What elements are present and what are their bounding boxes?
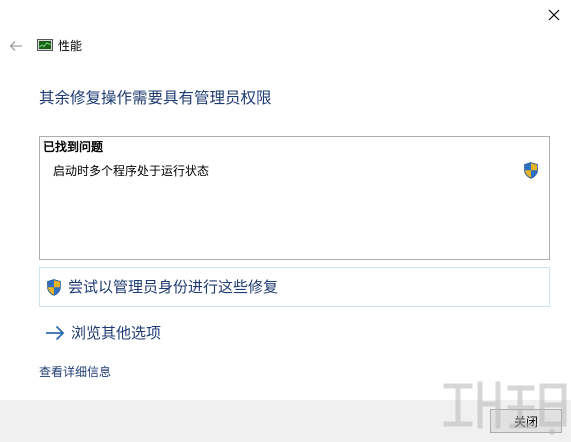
- page-heading: 其余修复操作需要具有管理员权限: [39, 89, 272, 107]
- back-arrow-icon: [9, 41, 22, 51]
- browse-other-options-label: 浏览其他选项: [71, 324, 162, 342]
- uac-shield-icon: [47, 279, 61, 296]
- close-icon: [548, 9, 560, 21]
- right-arrow-icon: [46, 325, 65, 341]
- problems-header: 已找到问题: [43, 140, 104, 154]
- app-title: 性能: [58, 39, 83, 53]
- browse-other-options-link[interactable]: 浏览其他选项: [45, 320, 225, 346]
- troubleshooter-window: 性能 其余修复操作需要具有管理员权限 已找到问题 启动时多个程序处于运行状态 尝…: [0, 0, 571, 442]
- performance-monitor-icon: [37, 39, 53, 51]
- back-button[interactable]: [6, 37, 26, 55]
- list-item[interactable]: 启动时多个程序处于运行状态: [40, 160, 549, 182]
- run-as-admin-button[interactable]: 尝试以管理员身份进行这些修复: [39, 267, 550, 307]
- problems-list: 已找到问题 启动时多个程序处于运行状态: [39, 136, 550, 260]
- uac-shield-icon: [524, 162, 538, 179]
- problem-label: 启动时多个程序处于运行状态: [53, 164, 210, 178]
- view-details-link[interactable]: 查看详细信息: [39, 364, 111, 380]
- watermark-logo: [443, 381, 567, 435]
- run-as-admin-label: 尝试以管理员身份进行这些修复: [68, 278, 279, 296]
- window-close-button[interactable]: [542, 4, 566, 26]
